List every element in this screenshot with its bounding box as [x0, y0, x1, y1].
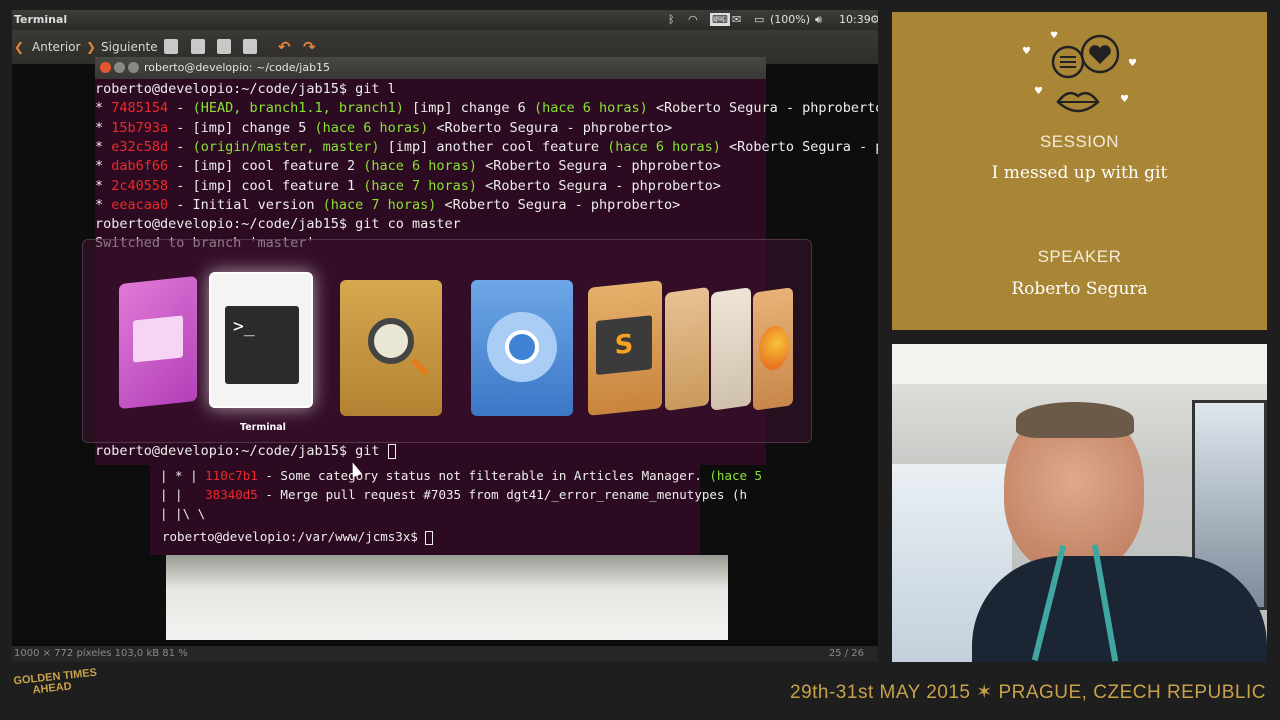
event-dates-location: 29th-31st MAY 2015 ✶ PRAGUE, CZECH REPUB…	[790, 682, 1266, 703]
terminal-prompt[interactable]: roberto@developio:~/code/jab15$ git	[95, 443, 396, 459]
terminal-line: | | 38340d5 - Merge pull request #7035 f…	[160, 487, 748, 502]
next-button[interactable]: Siguiente	[101, 40, 158, 54]
svg-text:♥: ♥	[1128, 58, 1137, 69]
svg-text:♥: ♥	[1022, 46, 1031, 57]
terminal-line: * 2c40558 - [imp] cool feature 1 (hace 7…	[95, 177, 721, 194]
app-switcher-overlay: >_ S Terminal	[82, 239, 812, 443]
terminal-line: * 15b793a - [imp] change 5 (hace 6 horas…	[95, 119, 673, 136]
zoom-out-icon[interactable]	[191, 39, 205, 54]
page-counter: 25 / 26	[828, 648, 864, 659]
settings-gear-icon[interactable]: ⚙	[870, 13, 878, 26]
background-terminal-window[interactable]: | * | 110c7b1 - Some category status not…	[150, 465, 762, 555]
svg-text:♥: ♥	[1034, 86, 1043, 97]
system-top-bar: Terminal ᛒ ◠ ⌨ ✉ ▭ (100%) 🔊︎ 10:39 ⚙	[12, 10, 878, 30]
svg-text:♥: ♥	[1120, 94, 1129, 105]
sublime-text-icon[interactable]: S	[588, 280, 662, 416]
app-launcher-icon[interactable]	[119, 275, 197, 410]
zoom-in-icon[interactable]	[164, 39, 178, 54]
chevron-left-icon[interactable]: ❮	[14, 40, 24, 54]
terminal-line: * e32c58d - (origin/master, master) [imp…	[95, 138, 878, 155]
chat-lips-icon: ♥ ♥ ♥ ♥ ♥	[1022, 31, 1137, 113]
text-cursor-icon	[425, 530, 434, 545]
terminal-line: * eeacaa0 - Initial version (hace 7 hora…	[95, 196, 681, 213]
rotate-left-icon[interactable]: ↶	[278, 38, 291, 56]
text-editor-icon[interactable]	[711, 287, 751, 411]
zoom-normal-icon[interactable]	[217, 39, 231, 54]
terminal-line: * 7485154 - (HEAD, branch1.1, branch1) […	[95, 100, 878, 117]
terminal-line: roberto@developio:~/code/jab15$ git l	[95, 81, 396, 97]
mail-icon[interactable]: ✉	[732, 13, 741, 26]
clock[interactable]: 10:39	[839, 13, 871, 26]
terminal-line: | |\ \	[160, 506, 206, 521]
battery-percentage: (100%)	[770, 13, 811, 26]
file-manager-icon[interactable]	[665, 286, 709, 412]
terminal-line: | * | 110c7b1 - Some category status not…	[160, 468, 763, 483]
minimize-icon[interactable]	[114, 62, 125, 73]
bluetooth-icon[interactable]: ᛒ	[668, 13, 675, 26]
battery-icon[interactable]: ▭	[754, 13, 764, 26]
session-heading: SESSION	[1039, 132, 1120, 151]
image-viewer-icon[interactable]	[340, 280, 442, 416]
text-cursor-icon	[387, 443, 396, 459]
terminal-window-title: roberto@developio: ~/code/jab15	[144, 61, 331, 74]
terminal-line: * dab6f66 - [imp] cool feature 2 (hace 6…	[95, 158, 721, 175]
volume-icon[interactable]: 🔊︎	[815, 13, 822, 27]
maximize-icon[interactable]	[128, 62, 139, 73]
close-icon[interactable]	[100, 62, 111, 73]
speaker-name: Roberto Segura	[1011, 279, 1148, 299]
presentation-screen: Terminal ᛒ ◠ ⌨ ✉ ▭ (100%) 🔊︎ 10:39 ⚙ ❮ A…	[12, 10, 878, 662]
session-info-panel: ♥ ♥ ♥ ♥ ♥ SESSION I messed up with git S…	[892, 12, 1267, 330]
switcher-selected-label: Terminal	[240, 422, 286, 433]
session-title: I messed up with git	[991, 163, 1168, 183]
firefox-icon[interactable]	[753, 287, 793, 411]
golden-times-logo: GOLDEN TIMES AHEAD	[12, 666, 98, 697]
wifi-icon[interactable]: ◠	[688, 13, 698, 26]
rotate-right-icon[interactable]: ↷	[303, 38, 316, 56]
image-info: 1000 × 772 píxeles 103,0 kB 81 %	[14, 648, 188, 659]
active-app-title: Terminal	[14, 13, 68, 26]
zoom-fit-icon[interactable]	[243, 39, 257, 54]
chromium-icon[interactable]	[471, 280, 573, 416]
terminal-prompt[interactable]: roberto@developio:/var/www/jcms3x$	[162, 529, 434, 545]
svg-text:♥: ♥	[1050, 31, 1058, 41]
terminal-icon[interactable]: >_	[209, 272, 313, 408]
speaker-camera-feed	[892, 344, 1267, 662]
terminal-title-bar[interactable]: roberto@developio: ~/code/jab15	[95, 57, 766, 79]
image-viewer-statusbar: 1000 × 772 píxeles 103,0 kB 81 % 25 / 26	[12, 646, 878, 662]
previous-button[interactable]: Anterior	[32, 40, 80, 54]
speaker-heading: SPEAKER	[1037, 247, 1122, 266]
chevron-right-icon[interactable]: ❯	[86, 40, 96, 54]
desktop-background	[166, 555, 728, 640]
keyboard-icon[interactable]: ⌨	[710, 13, 730, 26]
terminal-line: roberto@developio:~/code/jab15$ git co m…	[95, 216, 461, 233]
